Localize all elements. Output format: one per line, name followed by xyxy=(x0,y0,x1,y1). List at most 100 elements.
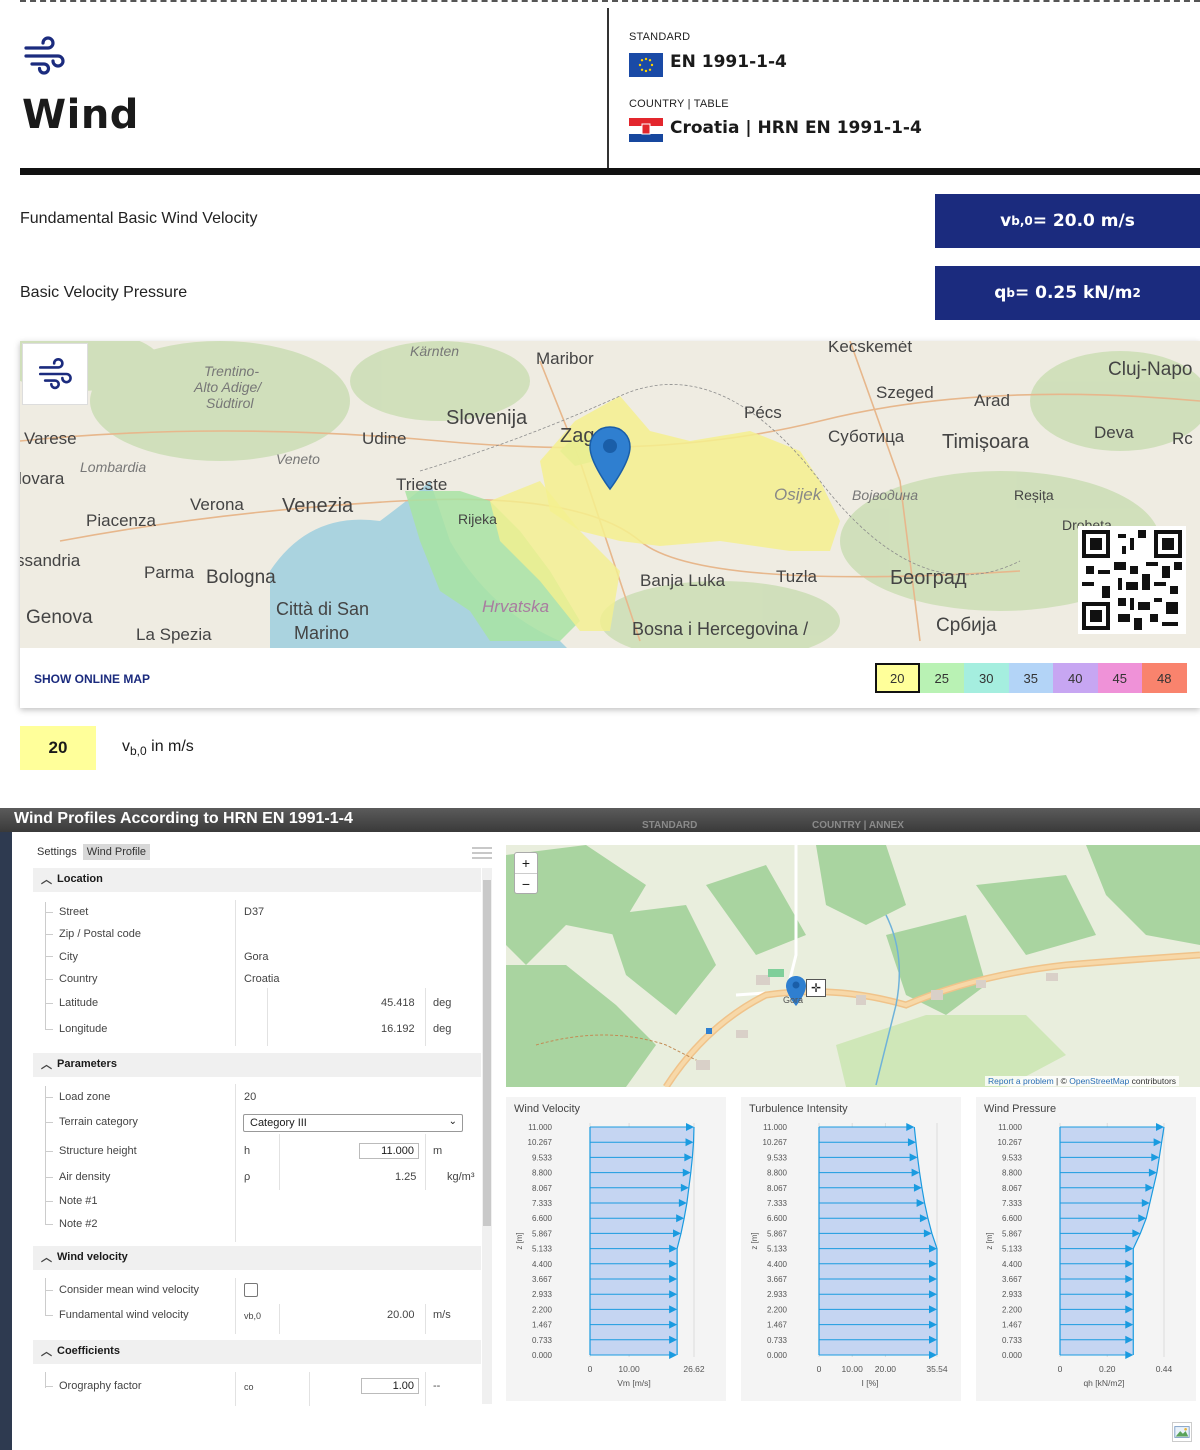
consider-mean-checkbox[interactable] xyxy=(244,1283,258,1297)
area-fill xyxy=(1060,1127,1164,1355)
y-tick-label: 5.133 xyxy=(532,1245,553,1254)
y-tick-label: 9.533 xyxy=(532,1153,553,1162)
zoom-in-button[interactable]: + xyxy=(515,853,537,873)
street-value[interactable]: D37 xyxy=(244,906,264,918)
fundamental-velocity-unit: m/s xyxy=(433,1309,451,1321)
qb-subscript: b xyxy=(1006,286,1015,300)
latitude-unit: deg xyxy=(433,997,452,1009)
y-tick-label: 0.000 xyxy=(532,1351,553,1360)
panel-scroll-thumb[interactable] xyxy=(483,880,491,1226)
y-tick-label: 5.133 xyxy=(767,1245,788,1254)
country-field-value[interactable]: Croatia xyxy=(244,973,279,985)
country-field-label: Country xyxy=(59,973,98,985)
longitude-value[interactable]: 16.192 xyxy=(381,1023,415,1035)
attribution-tail: contributors xyxy=(1129,1076,1177,1086)
load-zone-value[interactable]: 20 xyxy=(244,1091,256,1103)
detail-map[interactable]: Gora ✛ xyxy=(506,845,1200,1087)
orography-input[interactable]: 1.00 xyxy=(361,1378,419,1394)
terrain-selected: Category III xyxy=(250,1117,307,1129)
map-label: Südtirol xyxy=(206,395,254,411)
y-axis-label: z [m] xyxy=(515,1232,524,1249)
section-parameters[interactable]: ︿ Parameters xyxy=(33,1053,481,1077)
section-label: Location xyxy=(57,873,103,885)
y-tick-label: 1.467 xyxy=(532,1321,553,1330)
city-value[interactable]: Gora xyxy=(244,951,268,963)
map-label: Genova xyxy=(26,607,93,628)
y-tick-label: 2.200 xyxy=(767,1305,788,1314)
header-divider xyxy=(607,8,609,170)
zone-map[interactable]: Kärnten Maribor Kecskemét Cluj-Napo Tren… xyxy=(20,341,1200,648)
y-tick-label: 6.600 xyxy=(532,1214,553,1223)
tab-bar: Settings Wind Profile xyxy=(33,844,151,860)
longitude-label: Longitude xyxy=(59,1023,108,1035)
y-tick-label: 10.267 xyxy=(528,1138,553,1147)
place-label: Gora xyxy=(783,995,804,1005)
y-tick-label: 5.133 xyxy=(1002,1245,1023,1254)
tree-tick xyxy=(45,1224,53,1225)
column-divider xyxy=(235,1372,236,1406)
section-label: Parameters xyxy=(57,1058,117,1070)
map-label: Cluj-Napo xyxy=(1108,359,1193,380)
height-symbol: h xyxy=(244,1145,251,1157)
legend-item-45: 45 xyxy=(1097,663,1142,693)
report-problem-link[interactable]: Report a problem xyxy=(988,1076,1054,1086)
osm-link[interactable]: OpenStreetMap xyxy=(1069,1076,1129,1086)
wind-pressure-chart: Wind Pressure 0 0.20 0.44 0.000 0.733 1.467 2.… xyxy=(976,1097,1196,1401)
map-label: Slovenija xyxy=(446,407,528,429)
detail-map-background xyxy=(506,845,1200,1087)
fundamental-velocity-label: Fundamental wind velocity xyxy=(59,1309,189,1321)
density-value[interactable]: 1.25 xyxy=(395,1171,416,1183)
column-divider xyxy=(425,1134,426,1190)
qr-code-icon[interactable] xyxy=(1078,526,1186,634)
y-tick-label: 9.533 xyxy=(767,1153,788,1162)
show-online-map-link[interactable]: SHOW ONLINE MAP xyxy=(34,672,150,686)
note1-label[interactable]: Note #1 xyxy=(59,1195,98,1207)
y-tick-label: 4.400 xyxy=(767,1260,788,1269)
zoom-out-button[interactable]: − xyxy=(515,873,537,893)
zoom-control: + − xyxy=(514,852,538,894)
column-divider xyxy=(425,1372,426,1406)
qb-symbol: q xyxy=(994,283,1007,303)
terrain-select[interactable]: Category III ⌄ xyxy=(243,1114,463,1132)
x-tick-label: 0.20 xyxy=(1099,1364,1116,1374)
crosshair-icon[interactable]: ✛ xyxy=(806,979,826,997)
qb-value: = 0.25 kN/m xyxy=(1014,283,1133,303)
tab-settings[interactable]: Settings xyxy=(33,844,81,860)
tree-tick xyxy=(45,1290,53,1291)
map-label: Piacenza xyxy=(86,511,156,530)
section-location[interactable]: ︿ Location xyxy=(33,868,481,892)
map-label: Osijek xyxy=(774,485,822,504)
chevron-up-icon: ︿ xyxy=(41,1252,52,1264)
section-label: Wind velocity xyxy=(57,1251,128,1263)
height-input[interactable]: 11.000 xyxy=(359,1143,419,1159)
y-tick-label: 8.067 xyxy=(532,1184,553,1193)
fundamental-velocity-value[interactable]: 20.00 xyxy=(387,1309,415,1321)
x-tick-label: 0.44 xyxy=(1156,1364,1173,1374)
chart-svg: 0 0.20 0.44 0.000 0.733 1.467 2.200 2.933 3.667 4… xyxy=(985,1123,1173,1388)
note2-label[interactable]: Note #2 xyxy=(59,1218,98,1230)
standard-label: STANDARD xyxy=(629,31,691,43)
y-axis-label: z [m] xyxy=(750,1232,759,1249)
section-coefficients[interactable]: ︿ Coefficients xyxy=(33,1340,481,1364)
column-divider xyxy=(267,988,268,1046)
x-tick-label: 20.00 xyxy=(875,1364,897,1374)
height-label: Structure height xyxy=(59,1145,137,1157)
properties-panel: ︿ Location Street D37 Zip / Postal code … xyxy=(33,868,481,1410)
tab-wind-profile[interactable]: Wind Profile xyxy=(82,844,151,860)
x-axis-label: I [%] xyxy=(861,1378,878,1388)
section-wind-velocity[interactable]: ︿ Wind velocity xyxy=(33,1246,481,1270)
chart-svg: 0 10.00 26.62 0.000 0.733 1.467 2.200 2.933 3.66… xyxy=(515,1123,705,1388)
column-divider xyxy=(425,1304,426,1334)
y-tick-label: 6.600 xyxy=(1002,1214,1023,1223)
tree-line xyxy=(45,902,46,1030)
chart-svg: 0 10.00 20.00 35.54 0.000 0.733 1.467 2.200 2.93… xyxy=(750,1123,948,1388)
map-label: ssandria xyxy=(20,551,81,570)
zone-key-label: vb,0 in m/s xyxy=(122,738,194,758)
map-label: Timișoara xyxy=(942,431,1030,453)
map-label: Veneto xyxy=(276,451,320,467)
latitude-value[interactable]: 45.418 xyxy=(381,997,415,1009)
y-axis-label: z [m] xyxy=(985,1232,994,1249)
menu-icon[interactable] xyxy=(472,846,492,860)
image-icon[interactable] xyxy=(1172,1422,1192,1442)
x-tick-label: 35.54 xyxy=(926,1364,948,1374)
